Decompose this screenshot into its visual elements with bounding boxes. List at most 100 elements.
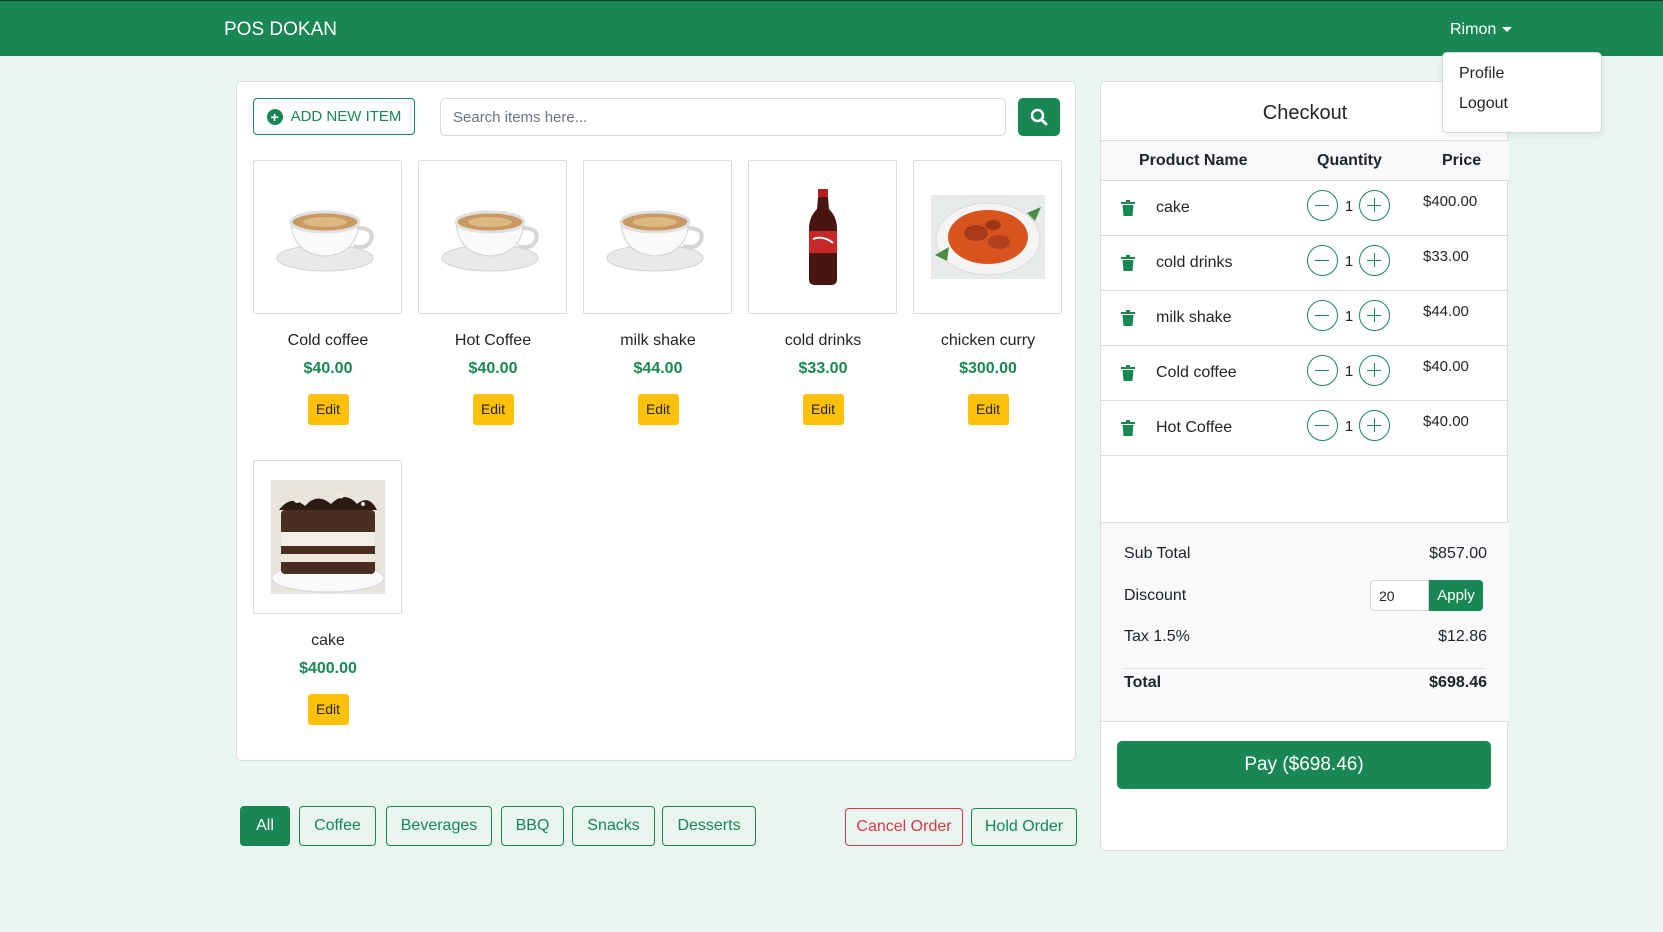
row-price: $33.00 [1423,248,1469,265]
item-name: cold drinks [784,332,862,349]
category-coffee-button[interactable]: Coffee [299,806,376,846]
item-image[interactable] [748,160,897,314]
row-product-name: cake [1156,199,1190,216]
category-desserts-button[interactable]: Desserts [662,806,756,846]
item-price: $300.00 [959,360,1017,377]
order-summary: Sub Total $857.00 Discount Apply Tax 1.5… [1101,522,1509,722]
increase-quantity-button[interactable] [1359,300,1390,331]
user-menu-toggle[interactable]: Rimon [1450,21,1513,39]
checkout-row: milk shake 1 $44.00 [1101,291,1509,346]
top-navbar: POS DOKAN Rimon [0,0,1663,56]
increase-quantity-button[interactable] [1359,355,1390,386]
row-quantity: 1 [1344,308,1354,325]
discount-label: Discount [1124,587,1187,604]
row-quantity: 1 [1344,253,1354,270]
checkout-row: Hot Coffee 1 $40.00 [1101,401,1509,456]
item-price: $400.00 [299,660,357,677]
checkout-panel: Checkout Product Name Quantity Price cak… [1100,81,1509,851]
item-image[interactable] [913,160,1062,314]
add-new-item-button[interactable]: + ADD NEW ITEM [253,98,415,135]
row-price: $40.00 [1423,413,1469,430]
search-icon [1030,108,1048,126]
apply-discount-button[interactable]: Apply [1429,580,1483,611]
item-image[interactable] [253,160,402,314]
discount-input[interactable] [1370,580,1429,611]
total-label: Total [1124,674,1162,691]
edit-item-button[interactable]: Edit [307,394,349,425]
coffee-cup-icon [441,210,539,272]
row-quantity: 1 [1344,363,1354,380]
subtotal-label: Sub Total [1124,545,1191,562]
item-name: Cold coffee [287,332,369,349]
add-new-item-label: ADD NEW ITEM [290,108,402,125]
decrease-quantity-button[interactable] [1307,245,1338,276]
increase-quantity-button[interactable] [1359,245,1390,276]
item-name: Hot Coffee [454,332,532,349]
item-price: $40.00 [468,360,518,377]
search-input[interactable] [440,98,1006,136]
item-card-chicken-curry: chicken curry $300.00 Edit [913,160,1063,425]
increase-quantity-button[interactable] [1359,190,1390,221]
decrease-quantity-button[interactable] [1307,300,1338,331]
checkout-row: cold drinks 1 $33.00 [1101,236,1509,291]
caret-down-icon [1502,27,1513,33]
edit-item-button[interactable]: Edit [967,394,1009,425]
item-image[interactable] [253,460,402,614]
trash-icon[interactable] [1121,255,1135,271]
brand-title[interactable]: POS DOKAN [224,19,337,41]
edit-item-button[interactable]: Edit [637,394,679,425]
item-name: milk shake [620,332,696,349]
decrease-quantity-button[interactable] [1307,355,1338,386]
hold-order-button[interactable]: Hold Order [971,808,1077,846]
item-price: $33.00 [798,360,848,377]
tax-value: $12.86 [1438,628,1487,645]
decrease-quantity-button[interactable] [1307,410,1338,441]
row-product-name: Hot Coffee [1156,419,1233,436]
item-card-hot-coffee: Hot Coffee $40.00 Edit [418,160,568,425]
row-quantity: 1 [1344,198,1354,215]
category-bbq-button[interactable]: BBQ [501,806,564,846]
increase-quantity-button[interactable] [1359,410,1390,441]
row-product-name: Cold coffee [1156,364,1237,381]
checkout-table-header: Product Name Quantity Price [1101,140,1509,181]
trash-icon[interactable] [1121,420,1135,436]
item-image[interactable] [418,160,567,314]
menu-item-profile[interactable]: Profile [1459,65,1504,83]
cancel-order-button[interactable]: Cancel Order [845,808,963,846]
soda-bottle-icon [808,189,837,285]
item-price: $44.00 [633,360,683,377]
curry-bowl-icon [930,195,1045,279]
row-quantity: 1 [1344,418,1354,435]
item-image[interactable] [583,160,732,314]
cake-slice-icon [270,480,385,594]
row-price: $40.00 [1423,358,1469,375]
item-price: $40.00 [303,360,353,377]
trash-icon[interactable] [1121,310,1135,326]
row-price: $44.00 [1423,303,1469,320]
row-price: $400.00 [1423,193,1478,210]
column-header-quantity: Quantity [1317,152,1382,169]
edit-item-button[interactable]: Edit [472,394,514,425]
column-header-price: Price [1442,152,1482,169]
edit-item-button[interactable]: Edit [802,394,844,425]
items-panel: + ADD NEW ITEM Cold coffee $40.00 Edit [236,81,1076,761]
plus-circle-icon: + [266,108,283,125]
tax-label: Tax 1.5% [1124,628,1190,645]
category-all-button[interactable]: All [240,806,290,846]
search-button[interactable] [1018,98,1060,136]
trash-icon[interactable] [1121,365,1135,381]
decrease-quantity-button[interactable] [1307,190,1338,221]
user-name: Rimon [1450,21,1497,38]
total-value: $698.46 [1429,674,1487,691]
menu-item-logout[interactable]: Logout [1459,95,1508,113]
pay-button[interactable]: Pay ($698.46) [1117,741,1491,789]
item-card-cold-coffee: Cold coffee $40.00 Edit [253,160,403,425]
trash-icon[interactable] [1121,200,1135,216]
row-product-name: milk shake [1156,309,1232,326]
category-snacks-button[interactable]: Snacks [572,806,655,846]
edit-item-button[interactable]: Edit [307,694,349,725]
row-product-name: cold drinks [1156,254,1233,271]
category-beverages-button[interactable]: Beverages [386,806,492,846]
checkout-row: cake 1 $400.00 [1101,181,1509,236]
item-card-cake: cake $400.00 Edit [253,460,403,725]
